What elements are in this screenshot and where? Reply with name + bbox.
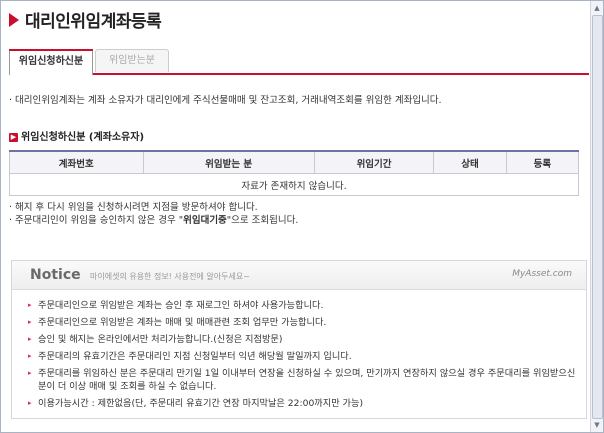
myasset-logo: MyAsset.com [512, 269, 572, 279]
notice-item-text: 주문대리인으로 위임받은 계좌는 승인 후 재로그인 하셔야 사용가능합니다. [38, 300, 324, 311]
notice-item-text: 승인 및 해지는 온라인에서만 처리가능합니다.(신청은 지점방문) [38, 334, 283, 345]
note-line-2: · 주문대리인이 위임을 승인하지 않은 경우 "위임대기중"으로 조회됩니다. [9, 214, 298, 227]
tab-applicant-label: 위임신청하신분 [9, 49, 93, 73]
bullet-icon: ▸ [28, 335, 32, 343]
bullet-icon: ▸ [28, 399, 32, 407]
tab-delegate-label: 위임받는분 [109, 55, 155, 66]
list-item: ▸ 주문대리인으로 위임받은 계좌는 승인 후 재로그인 하셔야 사용가능합니다. [28, 299, 576, 312]
tab-bar: 위임신청하신분 위임받는분 [9, 49, 589, 76]
col-register: 등록 [505, 150, 580, 174]
col-account-number: 계좌번호 [9, 150, 144, 174]
bullet-icon: ▸ [28, 352, 32, 360]
list-item: ▸ 주문대리의 유효기간은 주문대리인 지점 신청일부터 익년 해당월 말일까지 … [28, 350, 576, 363]
empty-message: 자료가 존재하지 않습니다. [9, 173, 579, 196]
notice-header: Notice 마이에셋의 유용한 정보! 사용전에 알아두세요~ MyAsset… [12, 261, 586, 290]
description-text: · 대리인위임계좌는 계좌 소유자가 대리인에게 주식선물매매 및 잔고조회, … [9, 95, 442, 106]
note-line-2-suffix: "으로 조회됩니다. [226, 215, 299, 226]
list-item: ▸ 주문대리를 위임하신 분은 주문대리 만기일 1일 이내부터 연장을 신청하실… [28, 367, 576, 393]
table-row: 자료가 존재하지 않습니다. [9, 173, 579, 196]
tab-applicant[interactable]: 위임신청하신분 [9, 49, 93, 76]
page-title: 대리인위임계좌등록 [25, 12, 162, 32]
scroll-up-icon[interactable]: ▲ [592, 2, 602, 14]
notice-item-text: 주문대리인으로 위임받은 계좌는 매매 및 매매관련 조회 업무만 가능합니다. [38, 317, 327, 328]
section-arrow-icon: ▶ [9, 132, 18, 142]
title-arrow-icon [9, 13, 19, 27]
notes: · 해지 후 다시 위임을 신청하시려면 지점을 방문하셔야 합니다. · 주문… [9, 201, 298, 227]
table-header-row: 계좌번호 위임받는 분 위임기간 상태 등록 [9, 150, 580, 174]
bullet-icon: ▸ [28, 318, 32, 326]
list-item: ▸ 승인 및 해지는 온라인에서만 처리가능합니다.(신청은 지점방문) [28, 333, 576, 346]
page-frame: 대리인위임계좌등록 위임신청하신분 위임받는분 · 대리인위임계좌는 계좌 소유… [0, 0, 604, 433]
note-line-2-bold: 위임대기중 [183, 215, 227, 226]
notice-item-text: 이용가능시간 : 제한없음(단, 주문대리 유효기간 연장 마지막날은 22:0… [38, 398, 364, 409]
notice-box: Notice 마이에셋의 유용한 정보! 사용전에 알아두세요~ MyAsset… [11, 260, 587, 419]
notice-subtitle: 마이에셋의 유용한 정보! 사용전에 알아두세요~ [90, 272, 250, 281]
bullet-icon: ▸ [28, 369, 32, 377]
notice-list: ▸ 주문대리인으로 위임받은 계좌는 승인 후 재로그인 하셔야 사용가능합니다.… [28, 299, 576, 414]
col-period: 위임기간 [313, 150, 435, 174]
tab-delegate[interactable]: 위임받는분 [95, 49, 169, 72]
note-line-2-prefix: · 주문대리인이 위임을 승인하지 않은 경우 " [9, 215, 184, 226]
section-title: 위임신청하신분 (계좌소유자) [21, 132, 145, 143]
vertical-scrollbar[interactable]: ▲ ▼ [590, 1, 603, 432]
section-heading: ▶ 위임신청하신분 (계좌소유자) [9, 128, 144, 143]
scroll-down-icon[interactable]: ▼ [592, 419, 602, 431]
notice-item-text: 주문대리의 유효기간은 주문대리인 지점 신청일부터 익년 해당월 말일까지 입… [38, 351, 352, 362]
col-delegate: 위임받는 분 [142, 150, 315, 174]
bullet-icon: ▸ [28, 301, 32, 309]
list-item: ▸ 이용가능시간 : 제한없음(단, 주문대리 유효기간 연장 마지막날은 22:… [28, 397, 576, 410]
col-status: 상태 [433, 150, 507, 174]
delegation-table: 계좌번호 위임받는 분 위임기간 상태 등록 자료가 존재하지 않습니다. [9, 150, 580, 196]
notice-item-text: 주문대리를 위임하신 분은 주문대리 만기일 1일 이내부터 연장을 신청하실 … [38, 368, 576, 392]
scroll-thumb[interactable] [592, 15, 603, 419]
note-line-1: · 해지 후 다시 위임을 신청하시려면 지점을 방문하셔야 합니다. [9, 202, 258, 213]
list-item: ▸ 주문대리인으로 위임받은 계좌는 매매 및 매매관련 조회 업무만 가능합니다… [28, 316, 576, 329]
notice-title: Notice [30, 267, 81, 283]
